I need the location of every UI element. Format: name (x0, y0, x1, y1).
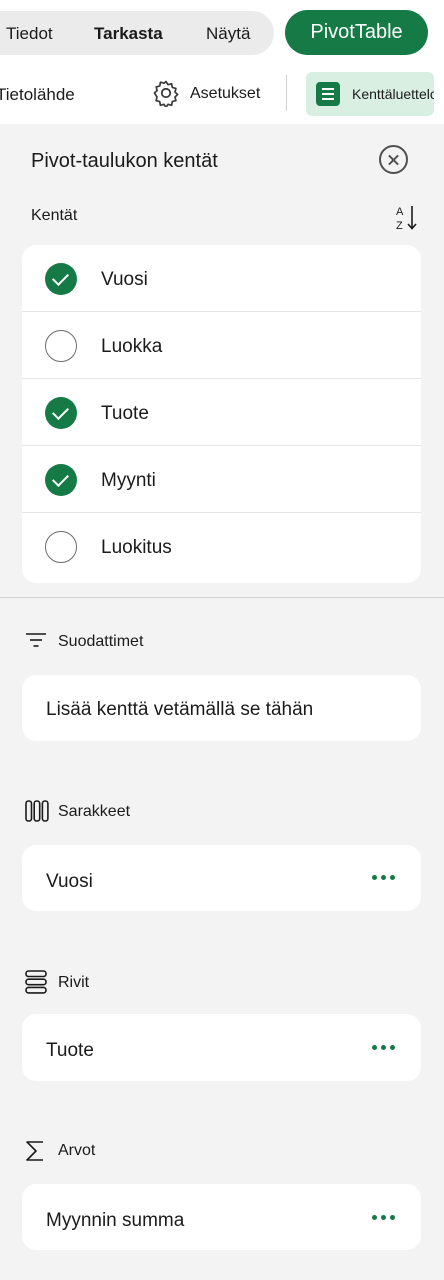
more-icon[interactable] (372, 1215, 396, 1221)
tab-nayta[interactable]: Näytä (206, 24, 250, 44)
field-name: Tuote (101, 403, 149, 424)
columns-icon (25, 800, 49, 822)
check-icon[interactable] (45, 263, 77, 295)
settings-gear-icon[interactable] (152, 79, 180, 107)
sigma-icon (26, 1141, 43, 1161)
field-row-luokka[interactable]: Luokka (22, 312, 421, 379)
filters-label: Suodattimet (58, 633, 144, 650)
settings-button[interactable]: Asetukset (190, 85, 260, 103)
field-row-tuote[interactable]: Tuote (22, 379, 421, 446)
section-divider (0, 597, 444, 598)
field-name: Myynti (101, 470, 156, 491)
more-icon[interactable] (372, 875, 396, 881)
field-name: Vuosi (101, 269, 148, 290)
tab-pivottable[interactable]: PivotTable (285, 10, 428, 55)
values-field: Myynnin summa (46, 1210, 185, 1231)
tab-tarkasta[interactable]: Tarkasta (94, 24, 163, 44)
filter-icon (26, 633, 46, 647)
field-name: Luokitus (101, 537, 172, 558)
field-row-myynti[interactable]: Myynti (22, 446, 421, 513)
sort-az-icon[interactable]: A Z (395, 203, 419, 231)
filters-placeholder: Lisää kenttä vetämällä se tähän (46, 699, 314, 720)
field-list-label: Kenttäluettelo (352, 86, 434, 102)
rows-label: Rivit (58, 974, 90, 991)
rows-field: Tuote (46, 1040, 94, 1061)
filters-drop-zone[interactable]: Lisää kenttä vetämällä se tähän (22, 675, 421, 741)
field-row-luokitus[interactable]: Luokitus (22, 513, 421, 580)
unchecked-circle-icon[interactable] (45, 531, 77, 563)
data-source-button[interactable]: Tietolähde (0, 85, 75, 105)
field-list: Vuosi Luokka Tuote Myynti Luokitus (22, 245, 421, 583)
close-icon[interactable] (379, 145, 408, 174)
field-name: Luokka (101, 336, 163, 357)
check-icon[interactable] (45, 397, 77, 429)
rows-drop-zone[interactable]: Tuote (22, 1014, 421, 1081)
field-list-icon (316, 82, 340, 106)
values-drop-zone[interactable]: Myynnin summa (22, 1184, 421, 1250)
field-list-button[interactable]: Kenttäluettelo (306, 72, 434, 116)
svg-text:A: A (396, 206, 404, 218)
columns-label: Sarakkeet (58, 803, 131, 820)
check-icon[interactable] (45, 464, 77, 496)
toolbar-divider (286, 75, 287, 111)
svg-text:Z: Z (396, 220, 403, 231)
rows-icon (25, 970, 47, 994)
panel-title: Pivot-taulukon kentät (31, 150, 218, 172)
unchecked-circle-icon[interactable] (45, 330, 77, 362)
fields-label: Kentät (31, 207, 78, 224)
more-icon[interactable] (372, 1045, 396, 1051)
field-row-vuosi[interactable]: Vuosi (22, 245, 421, 312)
columns-drop-zone[interactable]: Vuosi (22, 845, 421, 911)
values-label: Arvot (58, 1142, 96, 1159)
tab-tiedot[interactable]: Tiedot (6, 24, 53, 44)
ribbon: Tiedot Tarkasta Näytä PivotTable Tietolä… (0, 0, 444, 124)
columns-field: Vuosi (46, 871, 93, 892)
